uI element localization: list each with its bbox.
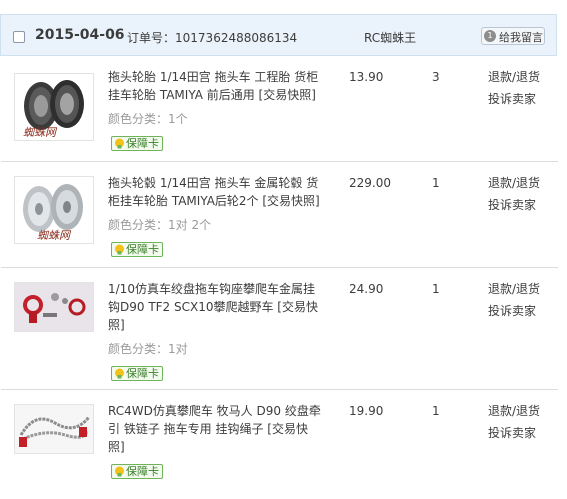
guarantee-icon	[115, 466, 124, 477]
leave-message-button[interactable]: 1 给我留言	[481, 27, 545, 45]
product-title-line: 照]	[108, 318, 125, 332]
top-spacer	[0, 0, 567, 14]
guarantee-badge[interactable]: 保障卡	[111, 242, 163, 257]
tow-hook-image	[15, 283, 93, 331]
product-title-line: 拖头轮毂 1/14田宫 拖头车 金属轮毂 货	[108, 176, 319, 190]
product-title-line: 1/10仿真车绞盘拖车钩座攀爬车金属挂	[108, 282, 315, 296]
order-item: RC4WD仿真攀爬车 牧马人 D90 绞盘牵 引 铁链子 拖车专用 挂钩绳子 […	[1, 390, 558, 499]
product-title-link[interactable]: 拖头轮胎 1/14田宫 拖头车 工程胎 货柜 挂车轮胎 TAMIYA 前后通用 …	[108, 68, 321, 104]
refund-return-link[interactable]: 退款/退货	[488, 278, 540, 300]
guarantee-icon	[115, 368, 124, 379]
wheel-rim-image: 蜘蛛网	[23, 184, 83, 242]
order-date: 2015-04-06	[35, 27, 125, 43]
guarantee-badge[interactable]: 保障卡	[111, 464, 163, 479]
refund-return-link[interactable]: 退款/退货	[488, 172, 540, 194]
order-item: 1/10仿真车绞盘拖车钩座攀爬车金属挂 钩D90 TF2 SCX10攀爬越野车 …	[1, 268, 558, 390]
guarantee-label: 保障卡	[126, 137, 159, 150]
order-number-value: 1017362488086134	[175, 31, 298, 45]
product-title-line: RC4WD仿真攀爬车 牧马人 D90 绞盘牵	[108, 404, 321, 418]
product-quantity: 1	[432, 282, 440, 296]
product-title-line: 引 铁链子 拖车专用 挂钩绳子 [交易快	[108, 422, 308, 436]
tire-image: 蜘蛛网	[23, 80, 84, 139]
product-attribute: 颜色分类：1个	[108, 112, 188, 126]
guarantee-label: 保障卡	[126, 243, 159, 256]
product-price: 24.90	[349, 282, 384, 296]
guarantee-label: 保障卡	[126, 367, 159, 380]
order-header: 2015-04-06 订单号：1017362488086134 RC蜘蛛王 1 …	[0, 14, 557, 56]
product-title-link[interactable]: 1/10仿真车绞盘拖车钩座攀爬车金属挂 钩D90 TF2 SCX10攀爬越野车 …	[108, 280, 321, 334]
watermark-text: 蜘蛛网	[37, 229, 72, 242]
refund-return-link[interactable]: 退款/退货	[488, 400, 540, 422]
complain-seller-link[interactable]: 投诉卖家	[488, 88, 536, 110]
product-price: 19.90	[349, 404, 384, 418]
guarantee-label: 保障卡	[126, 465, 159, 478]
order-number-label: 订单号：	[127, 31, 176, 45]
leave-message-label: 给我留言	[499, 31, 543, 44]
complain-seller-link[interactable]: 投诉卖家	[488, 300, 536, 322]
order-select-checkbox[interactable]	[13, 31, 25, 43]
product-title-line: 拖头轮胎 1/14田宫 拖头车 工程胎 货柜	[108, 70, 319, 84]
product-quantity: 1	[432, 404, 440, 418]
guarantee-icon	[115, 138, 124, 149]
product-title-link[interactable]: 拖头轮毂 1/14田宫 拖头车 金属轮毂 货 柜挂车轮胎 TAMIYA后轮2个 …	[108, 174, 321, 210]
complain-seller-link[interactable]: 投诉卖家	[488, 194, 536, 216]
guarantee-icon	[115, 244, 124, 255]
product-quantity: 3	[432, 70, 440, 84]
product-price: 229.00	[349, 176, 391, 190]
product-thumbnail[interactable]	[14, 404, 94, 454]
guarantee-badge[interactable]: 保障卡	[111, 366, 163, 381]
product-thumbnail[interactable]	[14, 282, 94, 332]
message-count-icon: 1	[484, 30, 496, 42]
chain-image	[15, 405, 93, 453]
product-thumbnail[interactable]: 蜘蛛网	[14, 176, 94, 244]
product-attribute: 颜色分类：1对 2个	[108, 218, 212, 232]
watermark-text: 蜘蛛网	[23, 126, 58, 139]
product-price: 13.90	[349, 70, 384, 84]
product-title-line: 挂车轮胎 TAMIYA 前后通用 [交易快照]	[108, 88, 316, 102]
refund-return-link[interactable]: 退款/退货	[488, 66, 540, 88]
product-title-line: 照]	[108, 440, 125, 454]
product-quantity: 1	[432, 176, 440, 190]
product-title-line: 柜挂车轮胎 TAMIYA后轮2个 [交易快照]	[108, 194, 320, 208]
product-title-line: 钩D90 TF2 SCX10攀爬越野车 [交易快	[108, 300, 318, 314]
guarantee-badge[interactable]: 保障卡	[111, 136, 163, 151]
seller-name[interactable]: RC蜘蛛王	[364, 29, 416, 46]
product-attribute: 颜色分类：1对	[108, 342, 188, 356]
order-number: 订单号：1017362488086134	[127, 29, 297, 46]
complain-seller-link[interactable]: 投诉卖家	[488, 422, 536, 444]
order-item: 蜘蛛网 拖头轮毂 1/14田宫 拖头车 金属轮毂 货 柜挂车轮胎 TAMIYA后…	[1, 162, 558, 268]
product-thumbnail[interactable]: 蜘蛛网	[14, 73, 94, 141]
product-title-link[interactable]: RC4WD仿真攀爬车 牧马人 D90 绞盘牵 引 铁链子 拖车专用 挂钩绳子 […	[108, 402, 321, 456]
order-item: 蜘蛛网 拖头轮胎 1/14田宫 拖头车 工程胎 货柜 挂车轮胎 TAMIYA 前…	[1, 56, 558, 162]
